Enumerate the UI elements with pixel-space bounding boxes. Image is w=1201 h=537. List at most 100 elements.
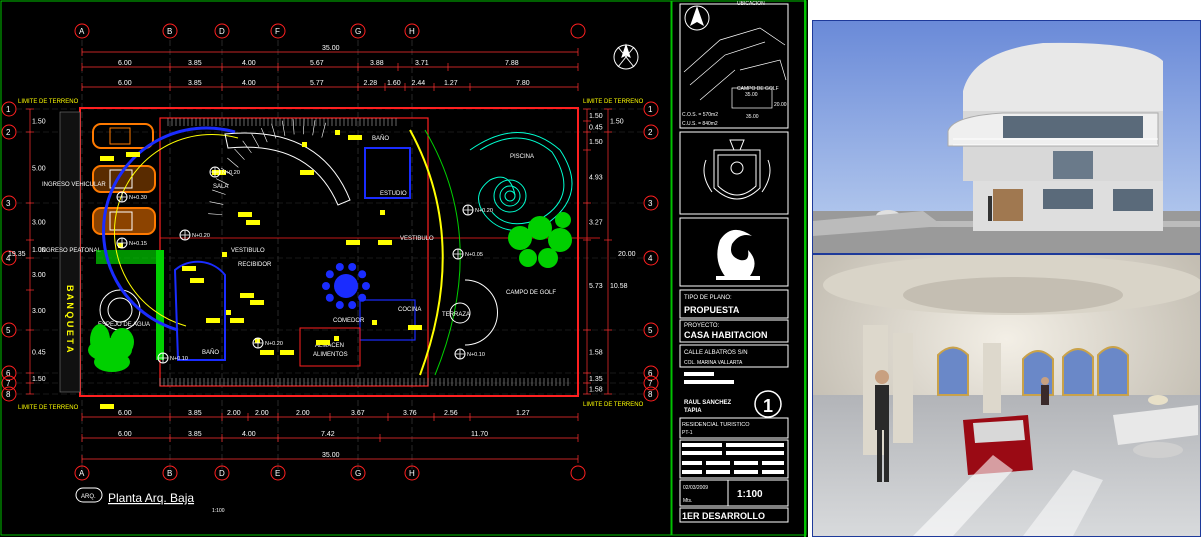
stair-step [208,213,223,215]
annotation-tag [222,252,227,257]
dining-chair [322,282,330,290]
annotation-tag [226,310,231,315]
level-marker-text: N+0.30 [129,195,147,201]
grid-row-label: 4 [648,254,653,263]
date-value: 02/03/2009 [683,485,708,491]
cocina-label: COCINA [398,307,421,313]
annotation-tag [182,266,196,271]
phase-value: 1ER DESARROLLO [682,511,765,521]
dimension-text: 3.85 [188,60,202,67]
dining-chair [362,282,370,290]
grid-col-label: H [409,27,415,36]
address-line-2: COL. MARINA VALLARTA [684,360,743,366]
lower-left-room [173,260,226,361]
level-marker-text: N+0.10 [467,352,485,358]
dimension-text: 5.73 [589,283,603,290]
water-mirror-inner [107,297,133,323]
dimension-text: 35.00 [322,452,340,459]
piscina-label: PISCINA [510,154,534,160]
grid-row-label: 8 [6,390,11,399]
dimension-text: 1.50 [32,376,46,383]
sheet-number: 1 [763,396,773,416]
cus-value: C.U.S. = 840m2 [682,121,718,127]
plan-scale-note: 1:100 [212,508,225,514]
staircase [224,132,351,206]
grid-col-label: F [275,27,280,36]
level-marker-text: N+0.20 [475,208,493,214]
author-line-2: TAPIA [684,408,702,414]
units-value: Mts. [683,498,692,504]
date-frame [679,479,789,507]
dimension-text: 3.27 [589,220,603,227]
bano-bottom-label: BAÑO [202,349,219,356]
limit-label-tr: LIMITE DE TERRENO [583,99,644,105]
stair-step [261,128,268,143]
grid-row-label: 3 [6,199,11,208]
dimension-text: 3.67 [351,410,365,417]
palm-tree-icon [88,324,134,372]
dimension-text: 7.80 [516,80,530,87]
level-marker-text: N+0.20 [265,341,283,347]
dimension-text: 1.35 [589,376,603,383]
dimension-text-total: 20.00 [618,251,636,258]
dimension-text: 3.76 [403,410,417,417]
dimension-text: 1.58 [589,350,603,357]
dimension-text: 2.00 [255,410,269,417]
annotation-tag [316,340,330,345]
dimension-text: 3.88 [370,60,384,67]
dimension-text: 2.56 [444,410,458,417]
grid-row-label: 1 [6,105,11,114]
project-type-frame [679,417,789,439]
recibidor-label: RECIBIDOR [238,262,272,268]
tipo-value: PROPUESTA [684,305,740,315]
dining-chair [335,262,344,271]
dimension-text-total: 19.35 [8,251,26,258]
grid-row-label: 5 [648,326,653,335]
dimension-text: 11.70 [471,431,488,438]
dimension-text: 0.45 [32,350,46,357]
annotation-tag [250,300,264,305]
limit-label-bl: LIMITE DE TERRENO [18,405,79,411]
terraza-label: TERRAZA [442,312,470,318]
render-gap [808,0,1201,20]
annotation-tag [335,130,340,135]
grid-col-label: A [79,27,85,36]
stair-step [251,133,260,148]
annotation-tag [238,212,252,217]
dimension-text: 4.00 [242,431,256,438]
proyecto-value: CASA HABITACION [684,330,768,340]
dimension-text: 5.77 [310,80,324,87]
kitchen [359,299,416,341]
annotation-tag [246,220,260,225]
redacted-table [682,443,784,474]
tree-cluster-icon [508,212,572,268]
stair-step [209,201,224,205]
grid-col-label: B [167,27,172,36]
level-marker-text: N+0.15 [129,241,147,247]
dimension-text: 1.27 [444,80,458,87]
dimension-text: 5.00 [32,166,46,173]
dimension-text: 3.00 [32,272,46,279]
dimension-text: 10.58 [610,283,628,290]
stair-step [281,120,286,136]
plan-title: Planta Arq. Baja [108,491,194,505]
grid-col-label: D [219,27,225,36]
dining-chair [325,270,334,279]
grid-col-label: A [79,469,85,478]
annotation-tag [372,320,377,325]
dimension-text: 3.00 [32,220,46,227]
dimension-text: 3.85 [188,80,202,87]
annotation-tag [100,404,114,409]
dimension-text: 3.85 [188,410,202,417]
level-marker-text: N+0.10 [170,356,188,362]
floor-plan-canvas: A B D F G HA B D E G H1 12 23 34 45 56 67 78 8 35.006.00 3.… [0,0,807,537]
dining-chair [348,262,357,271]
grid-row-label: 2 [648,128,653,137]
proyecto-label: PROYECTO: [684,323,720,329]
dimension-text: 6.00 [118,80,132,87]
dining-chair [358,270,367,279]
dimension-text: 3.00 [32,308,46,315]
dimension-text: 2.00 [296,410,310,417]
car-1 [92,123,154,149]
dimension-text: 4.00 [242,80,256,87]
